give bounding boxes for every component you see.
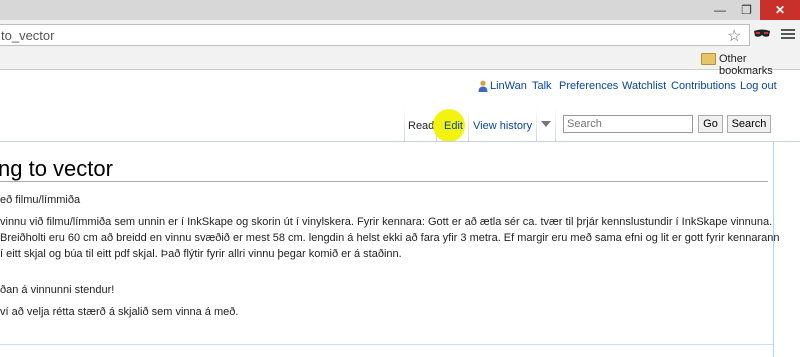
search-button[interactable]: Search (727, 115, 771, 133)
paragraph-line: Breiðholti eru 60 cm að breidd en vinnu … (0, 232, 780, 244)
window-titlebar: — ❐ ✕ (0, 0, 800, 20)
footer-divider (0, 344, 773, 345)
tab-separator (404, 108, 405, 142)
tab-read[interactable]: Read (408, 120, 434, 132)
logout-link[interactable]: Log out (740, 80, 777, 92)
paragraph-line: ví að velja rétta stærð á skjalið sem vi… (0, 306, 239, 318)
close-button[interactable]: ✕ (760, 0, 800, 20)
restore-button[interactable]: ❐ (733, 0, 760, 20)
subtitle-text: eð filmu/límmiða (0, 194, 81, 206)
tab-separator (536, 108, 537, 142)
chrome-menu-icon[interactable] (781, 27, 795, 41)
tab-separator (555, 108, 556, 142)
preferences-link[interactable]: Preferences (559, 80, 618, 92)
minimize-button[interactable]: — (707, 0, 733, 20)
tab-edit[interactable]: Edit (444, 120, 463, 132)
folder-icon (701, 53, 716, 65)
content-area: ng to vector eð filmu/límmiða vinnu við … (0, 142, 780, 357)
paragraph-line: í eitt skjal og búa til eitt pdf skjal. … (0, 248, 402, 260)
more-actions-chevron-down-icon[interactable] (541, 121, 551, 127)
address-bar[interactable]: to_vector ☆ (0, 24, 750, 46)
talk-link[interactable]: Talk (532, 80, 552, 92)
bookmarks-bar: Other bookmarks (0, 50, 800, 77)
user-link[interactable]: LinWan (490, 80, 527, 92)
bookmark-star-icon[interactable]: ☆ (727, 26, 741, 46)
browser-toolbar: to_vector ☆ (0, 20, 800, 50)
tab-separator (468, 108, 469, 142)
tab-view-history[interactable]: View history (473, 120, 532, 132)
extension-mask-icon[interactable] (752, 27, 772, 41)
paragraph-line: vinnu við filmu/límmiða sem unnin er í I… (0, 216, 773, 228)
other-bookmarks-link[interactable]: Other bookmarks (719, 53, 800, 77)
go-button[interactable]: Go (698, 115, 723, 133)
paragraph-line: ðan á vinnunni stendur! (0, 284, 115, 296)
url-text: to_vector (1, 28, 55, 43)
search-input[interactable] (563, 115, 693, 133)
user-icon (478, 80, 488, 92)
title-divider (0, 181, 768, 182)
watchlist-link[interactable]: Watchlist (622, 80, 666, 92)
page-title: ng to vector (0, 156, 113, 181)
contributions-link[interactable]: Contributions (671, 80, 736, 92)
